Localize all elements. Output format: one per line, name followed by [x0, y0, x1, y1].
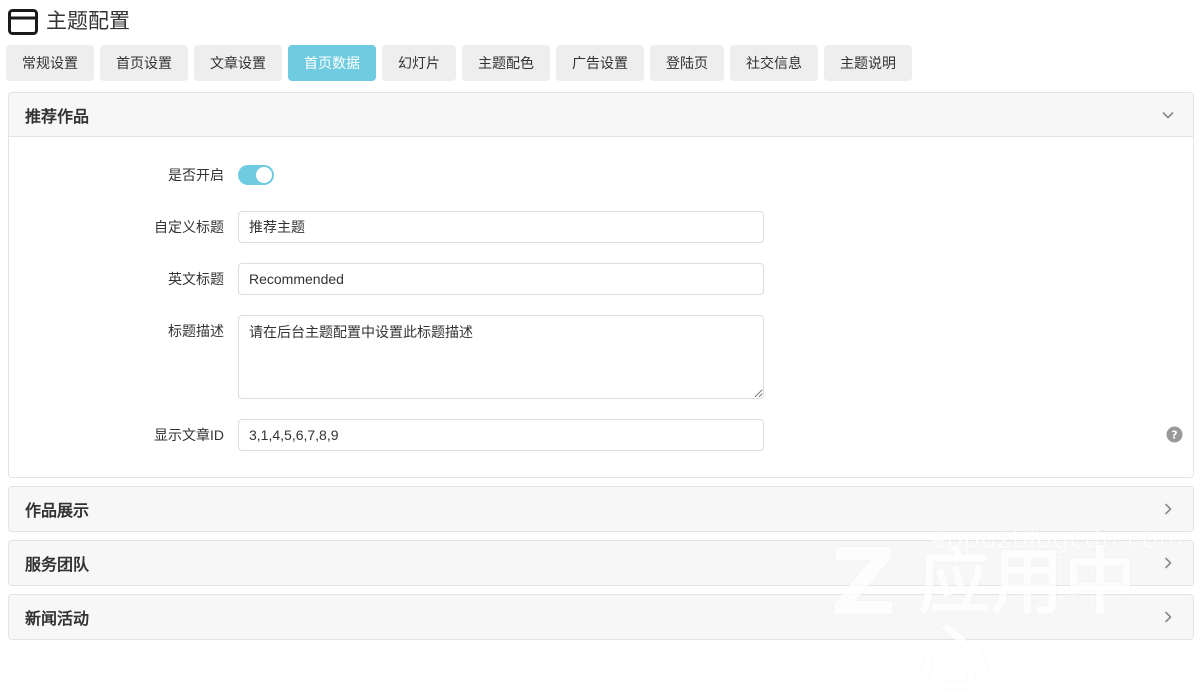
form-row-enable: 是否开启: [9, 159, 1193, 191]
tab-ad-settings[interactable]: 广告设置: [556, 45, 644, 81]
label-custom-title: 自定义标题: [154, 219, 224, 235]
panel-service-team-title: 服务团队: [25, 557, 90, 574]
panel-stack: 推荐作品 是否开启 自定义标题 推荐主题 英文标题 Recommended 标题…: [0, 80, 1202, 640]
tab-general-settings[interactable]: 常规设置: [6, 45, 94, 81]
help-circle-icon[interactable]: ?: [1166, 426, 1183, 443]
article-ids-input[interactable]: [238, 419, 764, 451]
tab-slideshow[interactable]: 幻灯片: [382, 45, 456, 81]
tab-social-info[interactable]: 社交信息: [730, 45, 818, 81]
label-english-title: 英文标题: [168, 271, 224, 287]
panel-recommended-works-title: 推荐作品: [25, 108, 90, 126]
tab-landing-page[interactable]: 登陆页: [650, 45, 724, 81]
page-header: 主题配置: [0, 0, 1202, 36]
title-description-textarea[interactable]: 请在后台主题配置中设置此标题描述: [238, 315, 764, 399]
form-row-english-title: 英文标题: [9, 263, 1193, 295]
panel-works-showcase-header[interactable]: 作品展示: [9, 487, 1193, 531]
label-enable: 是否开启: [168, 167, 224, 183]
chevron-right-icon[interactable]: [1161, 610, 1175, 624]
panel-recommended-works-header[interactable]: 推荐作品: [9, 93, 1193, 137]
custom-title-input[interactable]: [238, 211, 764, 243]
tab-theme-colors[interactable]: 主题配色: [462, 45, 550, 81]
tab-home-settings[interactable]: 首页设置: [100, 45, 188, 81]
field-english-title: [238, 263, 764, 295]
svg-text:?: ?: [1171, 428, 1177, 441]
chevron-right-icon[interactable]: [1161, 502, 1175, 516]
label-article-ids: 显示文章ID: [154, 427, 224, 443]
tab-article-settings[interactable]: 文章设置: [194, 45, 282, 81]
page-title: 主题配置: [46, 10, 130, 33]
form-row-custom-title: 自定义标题: [9, 211, 1193, 243]
field-enable: [238, 159, 274, 185]
panel-service-team-header[interactable]: 服务团队: [9, 541, 1193, 585]
enable-toggle[interactable]: [238, 165, 274, 185]
chevron-down-icon[interactable]: [1161, 108, 1175, 122]
panel-service-team: 服务团队: [8, 540, 1194, 586]
form-row-article-ids: 显示文章ID ?: [9, 419, 1193, 451]
tab-bar: 常规设置 首页设置 文章设置 首页数据 幻灯片 主题配色 广告设置 登陆页 社交…: [0, 36, 1202, 81]
panel-news-events: 新闻活动: [8, 594, 1194, 640]
english-title-input[interactable]: [238, 263, 764, 295]
tab-theme-docs[interactable]: 主题说明: [824, 45, 912, 81]
chevron-right-icon[interactable]: [1161, 556, 1175, 570]
tab-home-data[interactable]: 首页数据: [288, 45, 376, 81]
panel-recommended-works: 推荐作品 是否开启 自定义标题 推荐主题 英文标题 Recommended 标题…: [8, 92, 1194, 478]
window-icon: [8, 9, 38, 35]
field-article-ids: [238, 419, 764, 451]
panel-works-showcase-title: 作品展示: [25, 503, 90, 520]
panel-works-showcase: 作品展示: [8, 486, 1194, 532]
field-custom-title: [238, 211, 764, 243]
panel-recommended-works-body: 是否开启 自定义标题 英文标题: [9, 137, 1193, 477]
panel-news-events-header[interactable]: 新闻活动: [9, 595, 1193, 639]
form-row-title-description: 标题描述 请在后台主题配置中设置此标题描述: [9, 315, 1193, 399]
label-title-description: 标题描述: [168, 323, 224, 339]
field-title-description: 请在后台主题配置中设置此标题描述: [238, 315, 764, 399]
toggle-knob: [256, 167, 272, 183]
panel-news-events-title: 新闻活动: [25, 611, 90, 628]
